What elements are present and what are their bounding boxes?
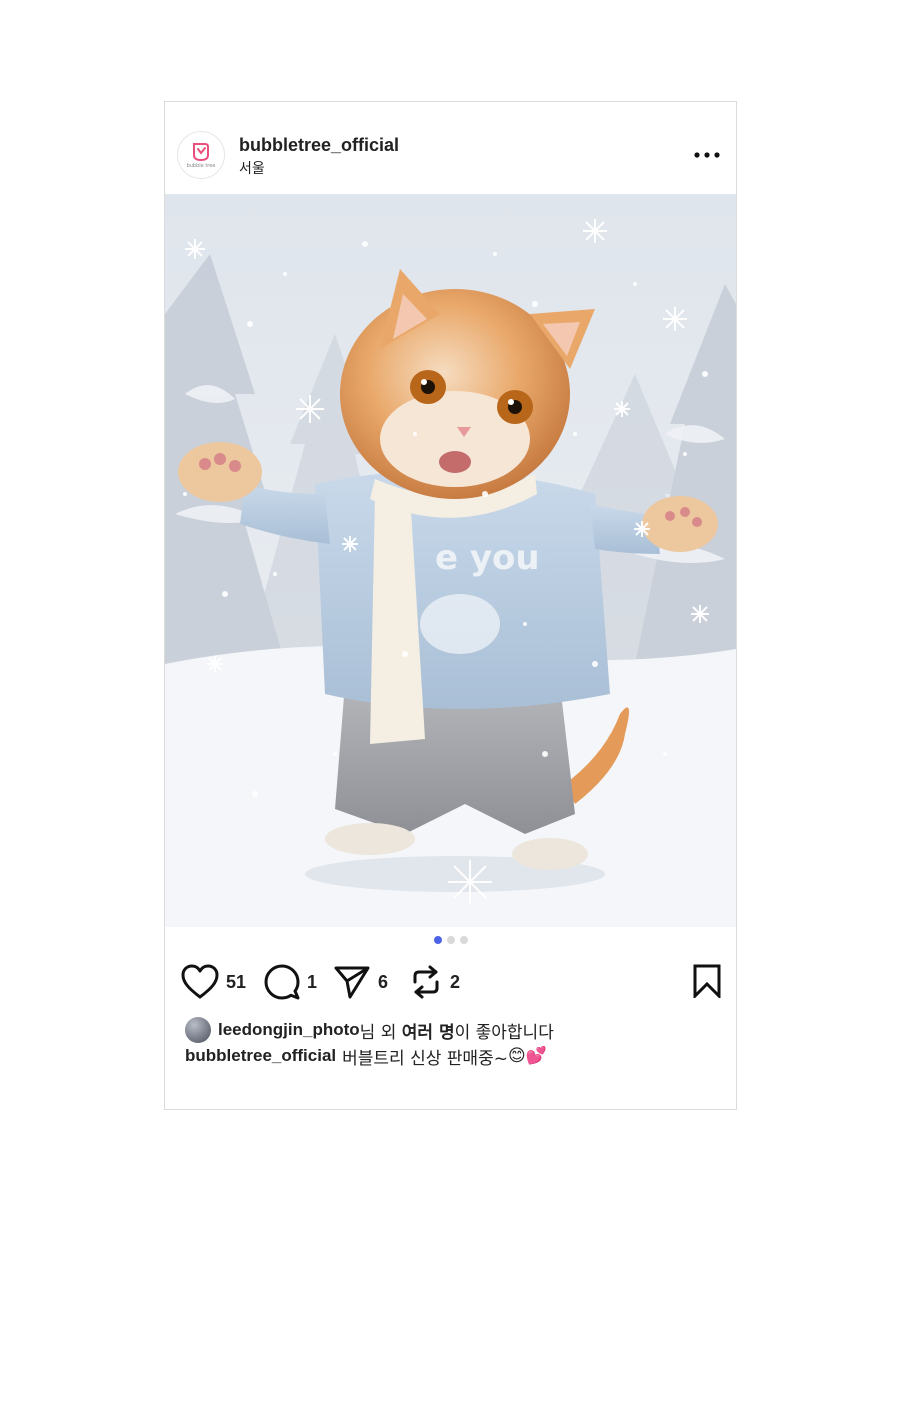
liker-avatar[interactable] — [185, 1017, 211, 1043]
cat-photo-illustration: e you — [165, 194, 736, 927]
send-icon — [334, 966, 370, 999]
comment-count: 1 — [307, 971, 318, 992]
caption-text: 버블트리 신상 판매중~ — [342, 1048, 508, 1069]
liked-by-others[interactable]: 여러 명 — [402, 1018, 455, 1043]
comment-button[interactable]: 1 — [264, 960, 317, 1004]
post-location[interactable]: 서울 — [239, 158, 265, 178]
post-actions: 51 1 6 2 — [165, 960, 736, 1004]
repost-button[interactable]: 2 — [409, 960, 460, 1004]
liked-by-suffix: 이 좋아합니다 — [454, 1022, 554, 1043]
carousel-dot[interactable] — [459, 936, 468, 944]
carousel-indicator — [165, 936, 736, 946]
bubbletree-logo-icon — [193, 143, 209, 162]
more-options-button[interactable] — [692, 140, 722, 170]
caption-emojis: 😊💕 — [507, 1046, 547, 1066]
comment-icon — [264, 964, 300, 1000]
liked-by-line: leedongjin_photo 님 외 여러 명 이 좋아합니다 — [185, 1016, 554, 1044]
liked-by-text: 님 외 — [359, 1022, 402, 1043]
post-card: bubble tree bubbletree_official 서울 e you… — [164, 101, 737, 1110]
svg-text:e you: e you — [435, 538, 540, 578]
profile-avatar[interactable]: bubble tree — [177, 131, 225, 179]
more-horizontal-icon — [694, 152, 720, 158]
post-photo[interactable]: e you — [165, 194, 736, 927]
bookmark-icon — [693, 964, 721, 1000]
heart-icon — [181, 964, 219, 999]
bookmark-button[interactable] — [692, 964, 722, 1003]
post-username[interactable]: bubbletree_official — [239, 135, 399, 156]
like-count: 51 — [226, 971, 247, 992]
avatar-label: bubble tree — [186, 163, 216, 169]
caption-username[interactable]: bubbletree_official — [185, 1046, 336, 1066]
carousel-dot[interactable] — [446, 936, 455, 944]
post-caption: bubbletree_official 버블트리 신상 판매중~ 😊💕 — [185, 1044, 547, 1069]
carousel-dot-active[interactable] — [433, 936, 442, 944]
post-header: bubble tree bubbletree_official 서울 — [165, 102, 736, 194]
share-count: 6 — [378, 971, 389, 992]
repost-icon — [413, 965, 439, 999]
share-button[interactable]: 6 — [333, 960, 388, 1004]
like-button[interactable]: 51 — [181, 960, 246, 1004]
repost-count: 2 — [450, 971, 461, 992]
liker-username[interactable]: leedongjin_photo — [218, 1020, 360, 1040]
